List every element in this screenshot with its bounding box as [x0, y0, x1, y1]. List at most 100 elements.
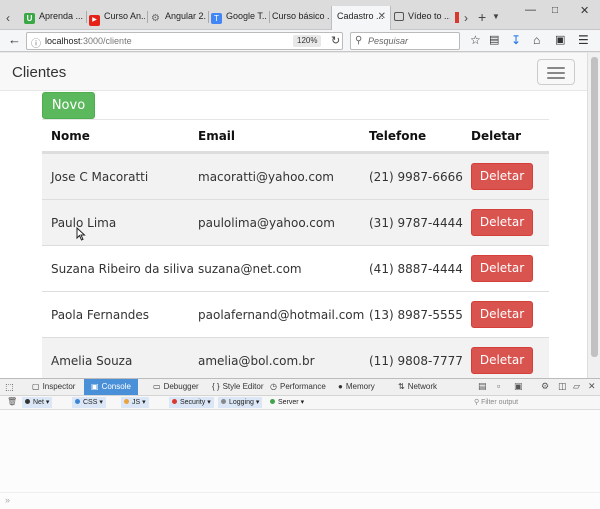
tab-scroll-right-icon[interactable]: ›: [464, 11, 468, 25]
table-row: Paulo Lima paulolima@yahoo.com (31) 9787…: [42, 199, 549, 245]
client-name: Amelia Souza: [51, 353, 133, 368]
client-phone: (41) 8887-4444: [369, 261, 463, 276]
filter-js[interactable]: JS ▾: [121, 397, 149, 408]
settings-gear-icon[interactable]: ⚙: [541, 381, 549, 392]
browser-tab-3[interactable]: ⚙ Angular 2...: [150, 6, 206, 30]
tab-label: Inspector: [42, 382, 76, 391]
video-favicon-icon: [394, 12, 404, 21]
screenshot-icon[interactable]: ▣: [514, 381, 523, 392]
url-path: :3000/cliente: [80, 36, 132, 46]
reload-icon[interactable]: ↻: [331, 34, 340, 47]
column-header-email: Email: [198, 128, 236, 143]
dock-side-icon[interactable]: ◫: [558, 381, 567, 392]
devtools-panel: ⬚ ▢ Inspector ▣ Console ▭ Debugger { } Style…: [0, 378, 600, 509]
tab-strip: ‹ U Aprenda ... ▶ Curso An... ⚙ Angular 2..…: [0, 0, 600, 30]
debugger-icon: ▭: [153, 382, 161, 391]
new-client-button[interactable]: Novo: [42, 92, 95, 119]
mouse-cursor-icon: [76, 227, 86, 241]
browser-tab-2[interactable]: ▶ Curso An...: [89, 6, 145, 30]
pocket-icon[interactable]: ▣: [555, 33, 565, 46]
filter-css[interactable]: CSS ▾: [72, 397, 106, 408]
search-box[interactable]: ⚲ Pesquisar: [350, 32, 460, 50]
google-translate-favicon-icon: T: [211, 13, 222, 24]
client-email: suzana@net.com: [198, 261, 302, 276]
tab-label: Memory: [345, 382, 375, 391]
zoom-level-badge[interactable]: 120%: [293, 35, 322, 47]
reading-list-icon[interactable]: ▤: [489, 33, 499, 46]
responsive-design-icon[interactable]: ▫: [497, 381, 500, 391]
browser-tab-1[interactable]: U Aprenda ...: [24, 6, 84, 30]
client-phone: (21) 9987-6666: [369, 169, 463, 184]
brand-title[interactable]: Clientes: [12, 64, 66, 81]
console-prompt-icon[interactable]: »: [5, 495, 10, 505]
browser-tab-active[interactable]: Cadastro ... ✕: [331, 6, 391, 30]
navigation-bar: ← ⓘ localhost:3000/cliente 120% ↻ ⚲ Pesq…: [0, 30, 600, 52]
memory-icon: ●: [338, 382, 343, 391]
filter-output-input[interactable]: ⚲ Filter output: [474, 397, 518, 408]
delete-button[interactable]: Deletar: [471, 255, 533, 282]
bookmark-star-icon[interactable]: ☆: [470, 33, 481, 47]
tab-list-chevron-down-icon[interactable]: ▼: [492, 12, 500, 21]
pick-element-icon[interactable]: ⬚: [5, 379, 14, 395]
trash-icon[interactable]: 🗑: [7, 397, 17, 406]
close-tab-icon[interactable]: ✕: [378, 11, 386, 22]
browser-tab-7[interactable]: Vídeo to ...: [394, 6, 450, 30]
tab-separator: [208, 11, 209, 23]
tab-scroll-left-icon[interactable]: ‹: [6, 11, 10, 25]
filter-net[interactable]: Net ▾: [22, 397, 53, 408]
tab-title: Angular 2...: [165, 11, 206, 21]
logging-dot-icon: [221, 399, 226, 404]
filter-logging[interactable]: Logging ▾: [218, 397, 263, 408]
client-name: Suzana Ribeiro da siliva: [51, 261, 194, 276]
delete-button[interactable]: Deletar: [471, 301, 533, 328]
split-console-icon[interactable]: ▤: [478, 381, 487, 392]
net-dot-icon: [25, 399, 30, 404]
client-phone: (11) 9808-7777: [369, 353, 463, 368]
window-close-icon[interactable]: ✕: [580, 4, 589, 17]
tab-title: Google T...: [226, 11, 267, 21]
tab-performance[interactable]: ◷ Performance: [270, 379, 326, 395]
delete-button[interactable]: Deletar: [471, 347, 533, 374]
delete-button[interactable]: Deletar: [471, 209, 533, 236]
tab-style-editor[interactable]: { } Style Editor: [212, 379, 263, 395]
maximize-icon[interactable]: □: [552, 5, 558, 16]
home-icon[interactable]: ⌂: [533, 33, 540, 47]
download-icon[interactable]: ↧: [511, 33, 521, 47]
browser-tab-4[interactable]: T Google T...: [211, 6, 267, 30]
delete-cell: Deletar: [471, 154, 546, 199]
minimize-icon[interactable]: —: [525, 4, 536, 16]
filter-label: CSS: [83, 399, 98, 406]
browser-tab-5[interactable]: Curso básico ...: [272, 6, 330, 30]
tab-inspector[interactable]: ▢ Inspector: [32, 379, 75, 395]
tab-network[interactable]: ⇅ Network: [398, 379, 437, 395]
filter-server[interactable]: Server ▾: [270, 397, 304, 408]
back-arrow-icon[interactable]: ←: [8, 32, 21, 47]
url-host: localhost: [45, 36, 81, 46]
page-scrollbar[interactable]: [587, 53, 600, 378]
navbar-toggle-icon[interactable]: [537, 59, 575, 85]
new-tab-plus-icon[interactable]: +: [478, 9, 486, 25]
gear-favicon-icon: ⚙: [151, 13, 160, 24]
client-phone: (13) 8987-5555: [369, 307, 463, 322]
scrollbar-thumb[interactable]: [591, 57, 598, 357]
devtools-close-icon[interactable]: ✕: [588, 381, 596, 392]
tab-console[interactable]: ▣ Console: [84, 379, 138, 395]
delete-button[interactable]: Deletar: [471, 163, 533, 190]
delete-cell: Deletar: [471, 200, 546, 245]
inspector-icon: ▢: [32, 382, 40, 391]
devtools-toolbar: ⬚ ▢ Inspector ▣ Console ▭ Debugger { } Style…: [0, 379, 600, 396]
info-icon[interactable]: ⓘ: [31, 35, 41, 50]
filter-security[interactable]: Security ▾: [169, 397, 214, 408]
tab-debugger[interactable]: ▭ Debugger: [153, 379, 199, 395]
client-name: Jose C Macoratti: [51, 169, 149, 184]
undock-icon[interactable]: ▱: [573, 381, 580, 392]
page-viewport: Clientes Novo Nome Email Telefone Deleta…: [0, 53, 600, 378]
delete-cell: Deletar: [471, 292, 546, 337]
css-dot-icon: [75, 399, 80, 404]
tab-separator: [86, 11, 87, 23]
url-bar[interactable]: ⓘ localhost:3000/cliente 120% ↻: [26, 32, 343, 50]
clients-table: Nome Email Telefone Deletar Jose C Macor…: [42, 120, 549, 378]
tab-memory[interactable]: ● Memory: [338, 379, 375, 395]
hamburger-menu-icon[interactable]: ☰: [578, 33, 589, 47]
filter-label: Net: [33, 399, 44, 406]
